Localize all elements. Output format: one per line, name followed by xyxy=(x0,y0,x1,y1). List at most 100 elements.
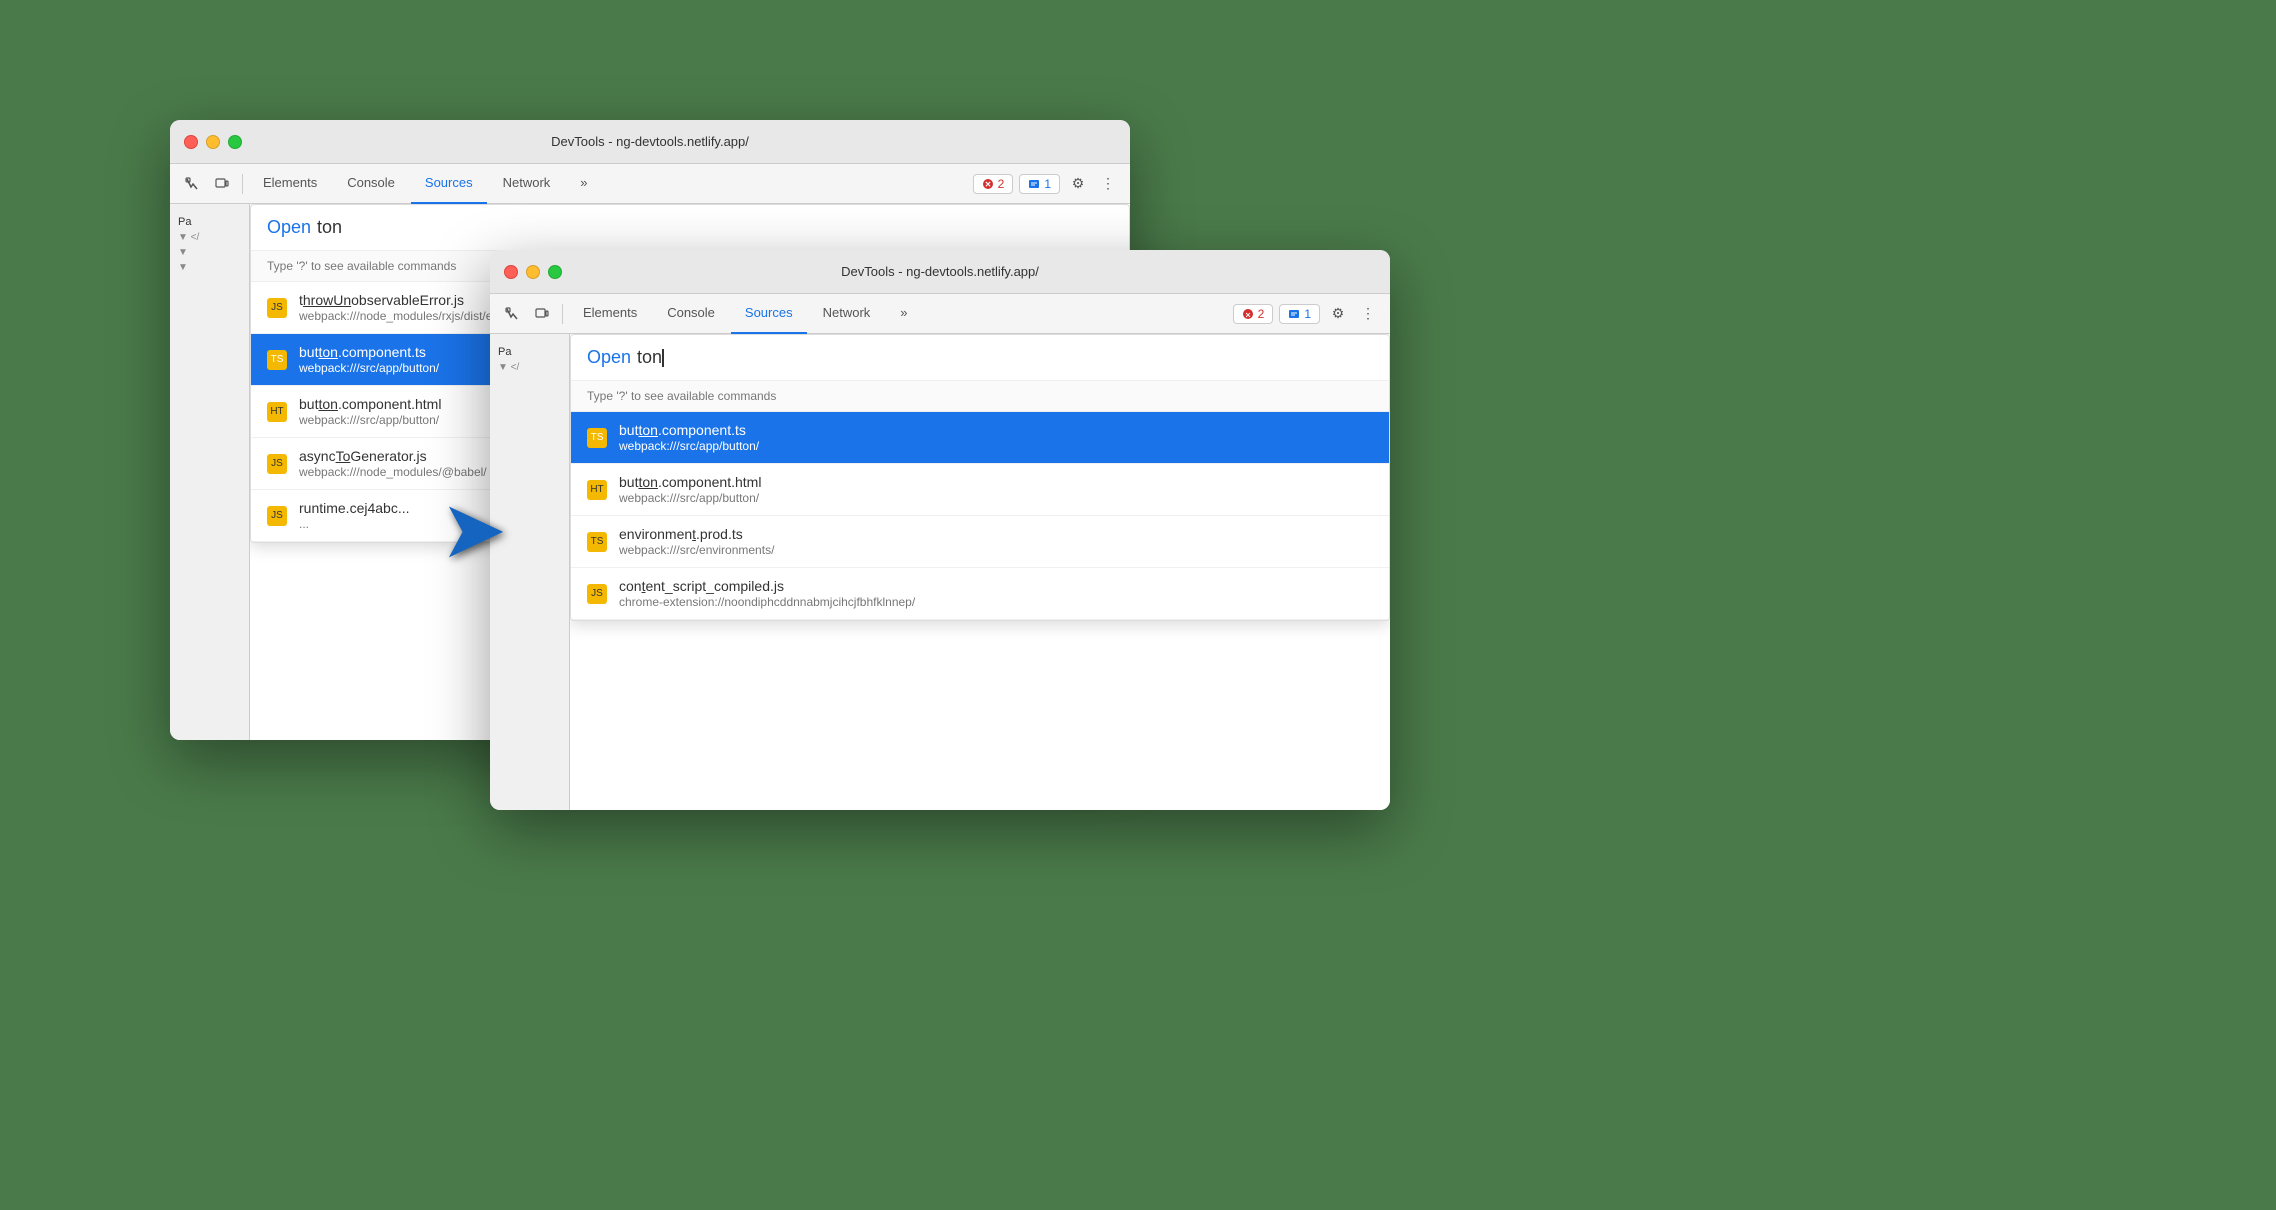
file-icon-1-front: HT xyxy=(587,480,607,500)
sidebar-label-front: Pa ▼ </ xyxy=(494,342,565,377)
cmd-item-path-1-back: webpack:///src/app/button/ xyxy=(299,361,439,375)
tab-console-front[interactable]: Console xyxy=(653,294,729,334)
tab-console-back[interactable]: Console xyxy=(333,164,409,204)
message-count-back: 1 xyxy=(1044,177,1051,191)
file-icon-4-back: JS xyxy=(267,506,287,526)
tab-elements-back[interactable]: Elements xyxy=(249,164,331,204)
more-icon-back[interactable]: ⋮ xyxy=(1094,170,1122,198)
toolbar-divider-1 xyxy=(242,174,243,194)
file-icon-0-front: TS xyxy=(587,428,607,448)
tab-more-front[interactable]: » xyxy=(886,294,921,334)
tab-sources-front[interactable]: Sources xyxy=(731,294,807,334)
cmd-item-name-2-front: environment.prod.ts xyxy=(619,526,774,542)
cmd-item-name-4-back: runtime.cej4abc... xyxy=(299,500,410,516)
toolbar-back: Elements Console Sources Network » ✕ 2 1… xyxy=(170,164,1130,204)
cmd-item-2-front[interactable]: TS environment.prod.ts webpack:///src/en… xyxy=(571,516,1389,568)
settings-icon-front[interactable]: ⚙ xyxy=(1324,300,1352,328)
cmd-item-path-2-front: webpack:///src/environments/ xyxy=(619,543,774,557)
cmd-list-front: TS button.component.ts webpack:///src/ap… xyxy=(571,412,1389,620)
cmd-item-info-1-front: button.component.html webpack:///src/app… xyxy=(619,474,761,505)
cmd-item-name-3-front: content_script_compiled.js xyxy=(619,578,915,594)
file-icon-1-back: TS xyxy=(267,350,287,370)
inspect-icon[interactable] xyxy=(178,170,206,198)
file-icon-3-back: JS xyxy=(267,454,287,474)
traffic-lights-front xyxy=(504,265,562,279)
tab-more-back[interactable]: » xyxy=(566,164,601,204)
cmd-item-1-front[interactable]: HT button.component.html webpack:///src/… xyxy=(571,464,1389,516)
cmd-item-name-0-front: button.component.ts xyxy=(619,422,759,438)
file-icon-0-back: JS xyxy=(267,298,287,318)
error-badge-back: ✕ 2 xyxy=(973,174,1014,194)
message-count-front: 1 xyxy=(1304,307,1311,321)
minimize-button-front[interactable] xyxy=(526,265,540,279)
cmd-item-path-0-back: webpack:///node_modules/rxjs/dist/esm xyxy=(299,309,508,323)
cmd-prefix-back: Open xyxy=(267,217,311,238)
cmd-typed-back: ton xyxy=(317,217,342,238)
cmd-item-info-1-back: button.component.ts webpack:///src/app/b… xyxy=(299,344,439,375)
settings-icon-back[interactable]: ⚙ xyxy=(1064,170,1092,198)
toolbar-divider-front xyxy=(562,304,563,324)
cmd-item-path-3-front: chrome-extension://noondiphcddnnabmjcihc… xyxy=(619,595,915,609)
maximize-button-back[interactable] xyxy=(228,135,242,149)
inspect-icon-front[interactable] xyxy=(498,300,526,328)
cmd-item-0-front[interactable]: TS button.component.ts webpack:///src/ap… xyxy=(571,412,1389,464)
maximize-button-front[interactable] xyxy=(548,265,562,279)
main-content-front: ick) </ap ick) ], None => rand +x | Open… xyxy=(570,334,1390,810)
title-bar-back: DevTools - ng-devtools.netlify.app/ xyxy=(170,120,1130,164)
devtools-window-front: DevTools - ng-devtools.netlify.app/ Elem… xyxy=(490,250,1390,810)
cmd-item-info-3-back: asyncToGenerator.js webpack:///node_modu… xyxy=(299,448,487,479)
tab-network-back[interactable]: Network xyxy=(489,164,565,204)
file-icon-3-front: JS xyxy=(587,584,607,604)
tab-sources-back[interactable]: Sources xyxy=(411,164,487,204)
minimize-button-back[interactable] xyxy=(206,135,220,149)
cmd-typed-front: ton xyxy=(637,347,664,368)
svg-text:✕: ✕ xyxy=(1245,312,1251,319)
cmd-item-name-0-back: throwUnobservableError.js xyxy=(299,292,508,308)
error-badge-front: ✕ 2 xyxy=(1233,304,1274,324)
cmd-item-info-2-back: button.component.html webpack:///src/app… xyxy=(299,396,441,427)
cmd-item-name-3-back: asyncToGenerator.js xyxy=(299,448,487,464)
sidebar-back: Pa ▼ </ ▼ ▼ xyxy=(170,204,250,740)
device-icon[interactable] xyxy=(208,170,236,198)
window-title-back: DevTools - ng-devtools.netlify.app/ xyxy=(551,134,749,149)
tab-network-front[interactable]: Network xyxy=(809,294,885,334)
title-bar-front: DevTools - ng-devtools.netlify.app/ xyxy=(490,250,1390,294)
cmd-item-path-3-back: webpack:///node_modules/@babel/ xyxy=(299,465,487,479)
file-icon-2-back: HT xyxy=(267,402,287,422)
message-badge-back: 1 xyxy=(1019,174,1060,194)
cmd-input-row-back[interactable]: Open ton xyxy=(251,205,1129,251)
device-icon-front[interactable] xyxy=(528,300,556,328)
tab-elements-front[interactable]: Elements xyxy=(569,294,651,334)
cmd-input-row-front[interactable]: Open ton xyxy=(571,335,1389,381)
close-button-back[interactable] xyxy=(184,135,198,149)
cmd-hint-front: Type '?' to see available commands xyxy=(571,381,1389,412)
cmd-item-info-0-front: button.component.ts webpack:///src/app/b… xyxy=(619,422,759,453)
cmd-item-name-2-back: button.component.html xyxy=(299,396,441,412)
file-icon-2-front: TS xyxy=(587,532,607,552)
error-count-back: 2 xyxy=(998,177,1005,191)
cmd-item-info-2-front: environment.prod.ts webpack:///src/envir… xyxy=(619,526,774,557)
cmd-item-info-4-back: runtime.cej4abc... ... xyxy=(299,500,410,531)
cmd-prefix-front: Open xyxy=(587,347,631,368)
arrow-indicator: ➤ xyxy=(440,490,507,570)
toolbar-front: Elements Console Sources Network » ✕ 2 1… xyxy=(490,294,1390,334)
message-badge-front: 1 xyxy=(1279,304,1320,324)
cmd-item-path-2-back: webpack:///src/app/button/ xyxy=(299,413,441,427)
sidebar-label-back: Pa ▼ </ ▼ ▼ xyxy=(174,212,245,277)
close-button-front[interactable] xyxy=(504,265,518,279)
window-title-front: DevTools - ng-devtools.netlify.app/ xyxy=(841,264,1039,279)
cmd-palette-front: Open ton Type '?' to see available comma… xyxy=(570,334,1390,621)
cmd-item-name-1-back: button.component.ts xyxy=(299,344,439,360)
cmd-item-name-1-front: button.component.html xyxy=(619,474,761,490)
cmd-item-path-4-back: ... xyxy=(299,517,410,531)
panel-area-front: Pa ▼ </ ick) </ap ick) ], None => rand +… xyxy=(490,334,1390,810)
svg-text:✕: ✕ xyxy=(984,180,991,189)
cmd-item-path-1-front: webpack:///src/app/button/ xyxy=(619,491,761,505)
cmd-item-info-3-front: content_script_compiled.js chrome-extens… xyxy=(619,578,915,609)
error-count-front: 2 xyxy=(1258,307,1265,321)
cmd-item-3-front[interactable]: JS content_script_compiled.js chrome-ext… xyxy=(571,568,1389,620)
cmd-item-path-0-front: webpack:///src/app/button/ xyxy=(619,439,759,453)
traffic-lights-back xyxy=(184,135,242,149)
cmd-item-info-0-back: throwUnobservableError.js webpack:///nod… xyxy=(299,292,508,323)
more-icon-front[interactable]: ⋮ xyxy=(1354,300,1382,328)
